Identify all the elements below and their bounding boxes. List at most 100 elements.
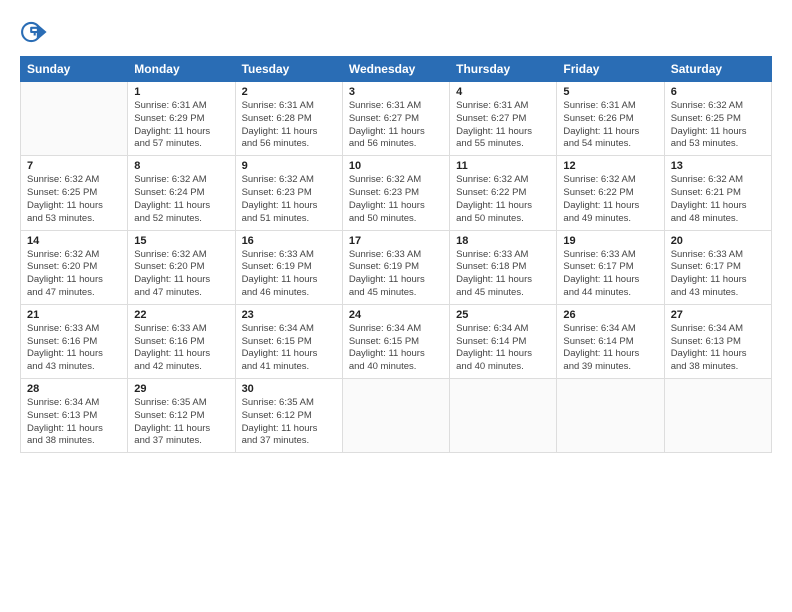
weekday-header-monday: Monday	[128, 57, 235, 82]
day-detail: Sunrise: 6:32 AM Sunset: 6:21 PM Dayligh…	[671, 174, 765, 225]
day-number: 15	[134, 235, 228, 247]
calendar-cell: 6 Sunrise: 6:32 AM Sunset: 6:25 PM Daylig…	[664, 82, 771, 156]
calendar-cell: 23 Sunrise: 6:34 AM Sunset: 6:15 PM Dayli…	[235, 304, 342, 378]
calendar-cell	[450, 379, 557, 453]
day-detail: Sunrise: 6:32 AM Sunset: 6:23 PM Dayligh…	[349, 174, 443, 225]
day-number: 25	[456, 309, 550, 321]
calendar-cell: 22 Sunrise: 6:33 AM Sunset: 6:16 PM Dayli…	[128, 304, 235, 378]
calendar-cell: 13 Sunrise: 6:32 AM Sunset: 6:21 PM Dayli…	[664, 156, 771, 230]
weekday-header-thursday: Thursday	[450, 57, 557, 82]
day-number: 27	[671, 309, 765, 321]
day-detail: Sunrise: 6:31 AM Sunset: 6:28 PM Dayligh…	[242, 100, 336, 151]
day-number: 5	[563, 86, 657, 98]
calendar-cell: 28Sunrise: 6:34 AM Sunset: 6:13 PM Dayli…	[21, 379, 128, 453]
day-number: 7	[27, 160, 121, 172]
calendar-week-row: 7 Sunrise: 6:32 AM Sunset: 6:25 PM Daylig…	[21, 156, 772, 230]
calendar-cell: 21Sunrise: 6:33 AM Sunset: 6:16 PM Dayli…	[21, 304, 128, 378]
calendar-week-row: 1Sunrise: 6:31 AM Sunset: 6:29 PM Daylig…	[21, 82, 772, 156]
day-detail: Sunrise: 6:32 AM Sunset: 6:23 PM Dayligh…	[242, 174, 336, 225]
day-detail: Sunrise: 6:34 AM Sunset: 6:15 PM Dayligh…	[349, 323, 443, 374]
calendar-cell: 27 Sunrise: 6:34 AM Sunset: 6:13 PM Dayli…	[664, 304, 771, 378]
day-number: 8	[134, 160, 228, 172]
day-detail: Sunrise: 6:32 AM Sunset: 6:24 PM Dayligh…	[134, 174, 228, 225]
calendar-cell: 25 Sunrise: 6:34 AM Sunset: 6:14 PM Dayli…	[450, 304, 557, 378]
day-detail: Sunrise: 6:31 AM Sunset: 6:27 PM Dayligh…	[456, 100, 550, 151]
day-detail: Sunrise: 6:33 AM Sunset: 6:19 PM Dayligh…	[349, 249, 443, 300]
day-number: 1	[134, 86, 228, 98]
day-number: 12	[563, 160, 657, 172]
day-detail: Sunrise: 6:34 AM Sunset: 6:15 PM Dayligh…	[242, 323, 336, 374]
day-detail: Sunrise: 6:32 AM Sunset: 6:25 PM Dayligh…	[27, 174, 121, 225]
calendar-cell: 10 Sunrise: 6:32 AM Sunset: 6:23 PM Dayli…	[342, 156, 449, 230]
calendar-cell: 24 Sunrise: 6:34 AM Sunset: 6:15 PM Dayli…	[342, 304, 449, 378]
calendar-header: SundayMondayTuesdayWednesdayThursdayFrid…	[21, 57, 772, 82]
day-detail: Sunrise: 6:33 AM Sunset: 6:16 PM Dayligh…	[134, 323, 228, 374]
calendar-week-row: 28Sunrise: 6:34 AM Sunset: 6:13 PM Dayli…	[21, 379, 772, 453]
day-detail: Sunrise: 6:32 AM Sunset: 6:22 PM Dayligh…	[456, 174, 550, 225]
calendar-cell: 29 Sunrise: 6:35 AM Sunset: 6:12 PM Dayli…	[128, 379, 235, 453]
day-number: 16	[242, 235, 336, 247]
calendar-cell	[664, 379, 771, 453]
calendar-body: 1Sunrise: 6:31 AM Sunset: 6:29 PM Daylig…	[21, 82, 772, 453]
day-number: 22	[134, 309, 228, 321]
day-number: 13	[671, 160, 765, 172]
calendar-cell: 3 Sunrise: 6:31 AM Sunset: 6:27 PM Daylig…	[342, 82, 449, 156]
day-detail: Sunrise: 6:34 AM Sunset: 6:14 PM Dayligh…	[456, 323, 550, 374]
calendar-cell: 2 Sunrise: 6:31 AM Sunset: 6:28 PM Daylig…	[235, 82, 342, 156]
weekday-header-row: SundayMondayTuesdayWednesdayThursdayFrid…	[21, 57, 772, 82]
day-detail: Sunrise: 6:34 AM Sunset: 6:14 PM Dayligh…	[563, 323, 657, 374]
calendar-cell: 5Sunrise: 6:31 AM Sunset: 6:26 PM Daylig…	[557, 82, 664, 156]
day-detail: Sunrise: 6:32 AM Sunset: 6:20 PM Dayligh…	[27, 249, 121, 300]
calendar-cell: 9 Sunrise: 6:32 AM Sunset: 6:23 PM Daylig…	[235, 156, 342, 230]
weekday-header-tuesday: Tuesday	[235, 57, 342, 82]
day-number: 14	[27, 235, 121, 247]
calendar-cell	[557, 379, 664, 453]
calendar-cell: 11 Sunrise: 6:32 AM Sunset: 6:22 PM Dayli…	[450, 156, 557, 230]
calendar-cell: 19 Sunrise: 6:33 AM Sunset: 6:17 PM Dayli…	[557, 230, 664, 304]
calendar-week-row: 14 Sunrise: 6:32 AM Sunset: 6:20 PM Dayli…	[21, 230, 772, 304]
day-number: 20	[671, 235, 765, 247]
day-detail: Sunrise: 6:34 AM Sunset: 6:13 PM Dayligh…	[671, 323, 765, 374]
calendar-week-row: 21Sunrise: 6:33 AM Sunset: 6:16 PM Dayli…	[21, 304, 772, 378]
day-detail: Sunrise: 6:33 AM Sunset: 6:17 PM Dayligh…	[563, 249, 657, 300]
weekday-header-friday: Friday	[557, 57, 664, 82]
day-detail: Sunrise: 6:31 AM Sunset: 6:27 PM Dayligh…	[349, 100, 443, 151]
day-number: 9	[242, 160, 336, 172]
logo-icon	[20, 18, 48, 46]
calendar-cell: 20Sunrise: 6:33 AM Sunset: 6:17 PM Dayli…	[664, 230, 771, 304]
day-number: 26	[563, 309, 657, 321]
calendar-cell	[342, 379, 449, 453]
day-detail: Sunrise: 6:35 AM Sunset: 6:12 PM Dayligh…	[134, 397, 228, 448]
day-detail: Sunrise: 6:35 AM Sunset: 6:12 PM Dayligh…	[242, 397, 336, 448]
day-number: 10	[349, 160, 443, 172]
day-number: 11	[456, 160, 550, 172]
day-detail: Sunrise: 6:33 AM Sunset: 6:16 PM Dayligh…	[27, 323, 121, 374]
day-number: 23	[242, 309, 336, 321]
day-detail: Sunrise: 6:32 AM Sunset: 6:25 PM Dayligh…	[671, 100, 765, 151]
calendar-table: SundayMondayTuesdayWednesdayThursdayFrid…	[20, 56, 772, 453]
calendar-cell: 12 Sunrise: 6:32 AM Sunset: 6:22 PM Dayli…	[557, 156, 664, 230]
day-number: 3	[349, 86, 443, 98]
day-detail: Sunrise: 6:32 AM Sunset: 6:20 PM Dayligh…	[134, 249, 228, 300]
day-detail: Sunrise: 6:34 AM Sunset: 6:13 PM Dayligh…	[27, 397, 121, 448]
day-number: 18	[456, 235, 550, 247]
day-number: 17	[349, 235, 443, 247]
calendar-cell: 26 Sunrise: 6:34 AM Sunset: 6:14 PM Dayli…	[557, 304, 664, 378]
calendar-cell: 7 Sunrise: 6:32 AM Sunset: 6:25 PM Daylig…	[21, 156, 128, 230]
day-number: 2	[242, 86, 336, 98]
calendar-cell: 4 Sunrise: 6:31 AM Sunset: 6:27 PM Daylig…	[450, 82, 557, 156]
day-detail: Sunrise: 6:33 AM Sunset: 6:18 PM Dayligh…	[456, 249, 550, 300]
weekday-header-sunday: Sunday	[21, 57, 128, 82]
day-number: 19	[563, 235, 657, 247]
day-detail: Sunrise: 6:33 AM Sunset: 6:19 PM Dayligh…	[242, 249, 336, 300]
day-detail: Sunrise: 6:32 AM Sunset: 6:22 PM Dayligh…	[563, 174, 657, 225]
day-number: 30	[242, 383, 336, 395]
day-number: 29	[134, 383, 228, 395]
calendar-cell: 15 Sunrise: 6:32 AM Sunset: 6:20 PM Dayli…	[128, 230, 235, 304]
day-number: 24	[349, 309, 443, 321]
calendar-cell: 1Sunrise: 6:31 AM Sunset: 6:29 PM Daylig…	[128, 82, 235, 156]
calendar-cell: 18 Sunrise: 6:33 AM Sunset: 6:18 PM Dayli…	[450, 230, 557, 304]
day-number: 6	[671, 86, 765, 98]
day-number: 4	[456, 86, 550, 98]
header	[20, 18, 772, 46]
